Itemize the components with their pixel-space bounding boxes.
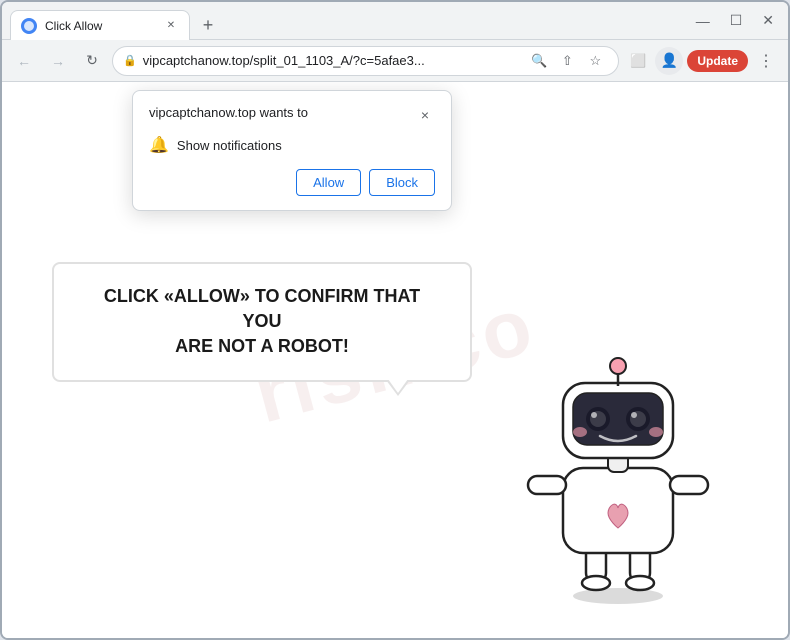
bubble-text: CLICK «ALLOW» TO CONFIRM THAT YOU ARE NO… (84, 284, 440, 360)
robot-svg (508, 328, 728, 608)
new-tab-button[interactable]: + (194, 11, 222, 39)
browser-window: Click Allow ✕ + — ☐ ✕ ← → ↻ 🔒 vipcaptcha… (0, 0, 790, 640)
tab-title: Click Allow (45, 19, 155, 33)
popup-permission-row: 🔔 Show notifications (149, 135, 435, 155)
bookmark-icon[interactable]: ☆ (582, 48, 608, 74)
tab-strip: Click Allow ✕ + (10, 2, 690, 39)
share-icon[interactable]: ⇧ (554, 48, 580, 74)
window-controls: — ☐ ✕ (690, 10, 780, 31)
popup-header: vipcaptchanow.top wants to × (149, 105, 435, 125)
active-tab[interactable]: Click Allow ✕ (10, 10, 190, 40)
address-bar: ← → ↻ 🔒 vipcaptchanow.top/split_01_1103_… (2, 40, 788, 82)
url-bar[interactable]: 🔒 vipcaptchanow.top/split_01_1103_A/?c=5… (112, 46, 619, 76)
maximize-button[interactable]: ☐ (724, 10, 749, 31)
update-button[interactable]: Update (687, 50, 748, 72)
cast-icon[interactable]: ⬜ (625, 48, 651, 74)
block-button[interactable]: Block (369, 169, 435, 196)
robot-illustration (508, 328, 728, 608)
close-button[interactable]: ✕ (756, 10, 780, 31)
popup-permission-text: Show notifications (177, 138, 282, 153)
forward-button[interactable]: → (44, 47, 72, 75)
lock-icon: 🔒 (123, 54, 137, 67)
popup-close-button[interactable]: × (415, 105, 435, 125)
allow-button[interactable]: Allow (296, 169, 361, 196)
back-button[interactable]: ← (10, 47, 38, 75)
search-icon[interactable]: 🔍 (526, 48, 552, 74)
url-actions: 🔍 ⇧ ☆ (526, 48, 608, 74)
bubble-line2: ARE NOT A ROBOT! (175, 336, 349, 356)
tab-close-button[interactable]: ✕ (163, 18, 179, 34)
notification-popup: vipcaptchanow.top wants to × 🔔 Show noti… (132, 90, 452, 211)
profile-button[interactable]: 👤 (655, 47, 683, 75)
tab-favicon (21, 18, 37, 34)
popup-actions: Allow Block (149, 169, 435, 196)
bell-icon: 🔔 (149, 135, 169, 155)
title-bar: Click Allow ✕ + — ☐ ✕ (2, 2, 788, 40)
speech-bubble: CLICK «ALLOW» TO CONFIRM THAT YOU ARE NO… (52, 262, 472, 382)
url-text: vipcaptchanow.top/split_01_1103_A/?c=5af… (143, 53, 521, 68)
bubble-line1: CLICK «ALLOW» TO CONFIRM THAT YOU (104, 286, 420, 331)
menu-button[interactable]: ⋮ (752, 47, 780, 75)
reload-button[interactable]: ↻ (78, 47, 106, 75)
minimize-button[interactable]: — (690, 11, 716, 31)
toolbar-right: ⬜ 👤 Update ⋮ (625, 47, 780, 75)
page-content: risk.co vipcaptchanow.top wants to × 🔔 S… (2, 82, 788, 638)
popup-site-text: vipcaptchanow.top wants to (149, 105, 308, 120)
